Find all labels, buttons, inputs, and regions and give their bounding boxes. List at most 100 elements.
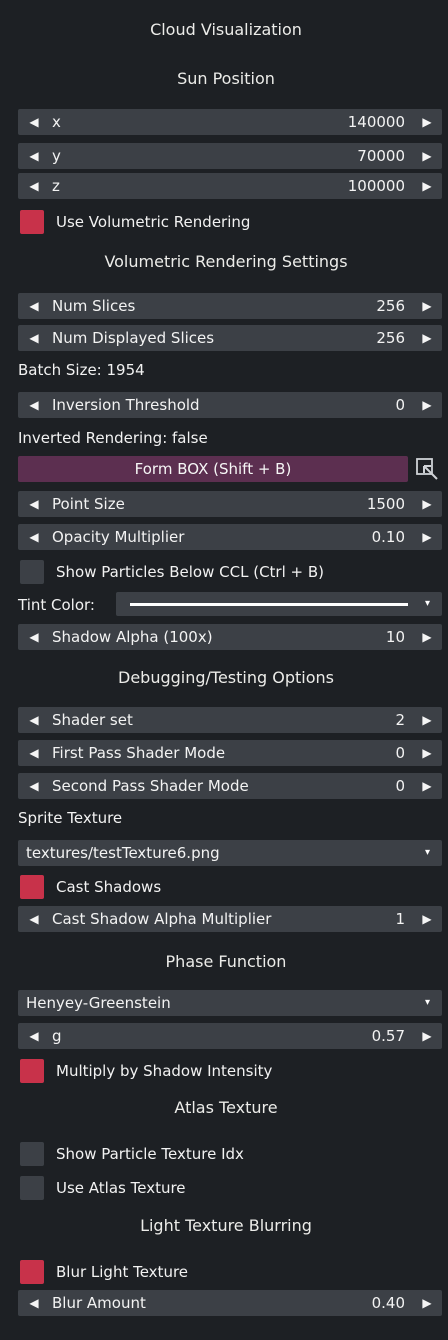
- multiply-shadow-label: Multiply by Shadow Intensity: [56, 1062, 273, 1080]
- point-size-value: 1500: [366, 495, 405, 513]
- increase-icon[interactable]: ▶: [416, 325, 438, 351]
- decrease-icon[interactable]: ◀: [23, 1290, 45, 1316]
- increase-icon[interactable]: ▶: [416, 707, 438, 733]
- increase-icon[interactable]: ▶: [416, 109, 438, 135]
- increase-icon[interactable]: ▶: [416, 293, 438, 319]
- increase-icon[interactable]: ▶: [416, 524, 438, 550]
- inversion-threshold-stepper[interactable]: ◀ Inversion Threshold 0 ▶: [18, 392, 442, 418]
- cast-shadows-label: Cast Shadows: [56, 878, 162, 896]
- phase-function-value: Henyey-Greenstein: [26, 994, 171, 1012]
- dropdown-caret-icon[interactable]: ▾: [425, 840, 430, 866]
- decrease-icon[interactable]: ◀: [23, 293, 45, 319]
- sun-x-stepper[interactable]: ◀ x 140000 ▶: [18, 109, 442, 135]
- point-size-label: Point Size: [52, 495, 125, 513]
- second-pass-mode-stepper[interactable]: ◀ Second Pass Shader Mode 0 ▶: [18, 773, 442, 799]
- decrease-icon[interactable]: ◀: [23, 773, 45, 799]
- checkbox-box[interactable]: [20, 1059, 44, 1083]
- section-phase-function: Phase Function: [165, 952, 287, 971]
- decrease-icon[interactable]: ◀: [23, 524, 45, 550]
- inversion-threshold-label: Inversion Threshold: [52, 396, 200, 414]
- decrease-icon[interactable]: ◀: [23, 325, 45, 351]
- point-size-stepper[interactable]: ◀ Point Size 1500 ▶: [18, 491, 442, 517]
- use-volumetric-label: Use Volumetric Rendering: [56, 213, 251, 231]
- sprite-texture-select[interactable]: textures/testTexture6.png ▾: [18, 840, 442, 866]
- shadow-alpha-stepper[interactable]: ◀ Shadow Alpha (100x) 10 ▶: [18, 624, 442, 650]
- tint-color-label: Tint Color:: [18, 596, 95, 614]
- phase-function-select[interactable]: Henyey-Greenstein ▾: [18, 990, 442, 1016]
- tint-color-combo[interactable]: ▾: [116, 592, 442, 616]
- increase-icon[interactable]: ▶: [416, 906, 438, 932]
- sun-y-value: 70000: [357, 147, 405, 165]
- checkbox-box[interactable]: [20, 1142, 44, 1166]
- decrease-icon[interactable]: ◀: [23, 392, 45, 418]
- g-label: g: [52, 1027, 62, 1045]
- panel-title: Cloud Visualization: [150, 20, 302, 39]
- g-value: 0.57: [371, 1027, 405, 1045]
- num-slices-stepper[interactable]: ◀ Num Slices 256 ▶: [18, 293, 442, 319]
- cast-shadow-alpha-stepper[interactable]: ◀ Cast Shadow Alpha Multiplier 1 ▶: [18, 906, 442, 932]
- opacity-multiplier-value: 0.10: [371, 528, 405, 546]
- increase-icon[interactable]: ▶: [416, 392, 438, 418]
- shader-set-stepper[interactable]: ◀ Shader set 2 ▶: [18, 707, 442, 733]
- color-pick-icon[interactable]: [414, 456, 440, 482]
- section-volumetric-settings: Volumetric Rendering Settings: [104, 252, 348, 271]
- shadow-alpha-value: 10: [385, 628, 405, 646]
- opacity-multiplier-label: Opacity Multiplier: [52, 528, 185, 546]
- blur-light-checkbox[interactable]: Blur Light Texture: [18, 1259, 442, 1285]
- opacity-multiplier-stepper[interactable]: ◀ Opacity Multiplier 0.10 ▶: [18, 524, 442, 550]
- checkbox-box[interactable]: [20, 1260, 44, 1284]
- first-pass-mode-stepper[interactable]: ◀ First Pass Shader Mode 0 ▶: [18, 740, 442, 766]
- increase-icon[interactable]: ▶: [416, 773, 438, 799]
- show-particles-below-ccl-label: Show Particles Below CCL (Ctrl + B): [56, 563, 325, 581]
- section-light-blurring: Light Texture Blurring: [140, 1216, 312, 1235]
- show-particles-below-ccl-checkbox[interactable]: Show Particles Below CCL (Ctrl + B): [18, 559, 442, 585]
- sun-x-label: x: [52, 113, 61, 131]
- decrease-icon[interactable]: ◀: [23, 173, 45, 199]
- sun-y-stepper[interactable]: ◀ y 70000 ▶: [18, 143, 442, 169]
- blur-amount-label: Blur Amount: [52, 1294, 146, 1312]
- section-sun-position: Sun Position: [177, 69, 275, 88]
- num-slices-value: 256: [376, 297, 405, 315]
- sprite-texture-value: textures/testTexture6.png: [26, 844, 220, 862]
- use-volumetric-checkbox[interactable]: Use Volumetric Rendering: [18, 209, 442, 235]
- num-slices-label: Num Slices: [52, 297, 136, 315]
- blur-amount-stepper[interactable]: ◀ Blur Amount 0.40 ▶: [18, 1290, 442, 1316]
- cast-shadows-checkbox[interactable]: Cast Shadows: [18, 874, 442, 900]
- shader-set-value: 2: [395, 711, 405, 729]
- dropdown-caret-icon[interactable]: ▾: [425, 990, 430, 1016]
- increase-icon[interactable]: ▶: [416, 1290, 438, 1316]
- use-atlas-checkbox[interactable]: Use Atlas Texture: [18, 1175, 442, 1201]
- checkbox-box[interactable]: [20, 1176, 44, 1200]
- sprite-texture-label: Sprite Texture: [18, 809, 123, 827]
- increase-icon[interactable]: ▶: [416, 740, 438, 766]
- increase-icon[interactable]: ▶: [416, 624, 438, 650]
- first-pass-mode-label: First Pass Shader Mode: [52, 744, 226, 762]
- increase-icon[interactable]: ▶: [416, 491, 438, 517]
- second-pass-mode-value: 0: [395, 777, 405, 795]
- checkbox-box[interactable]: [20, 560, 44, 584]
- blur-light-label: Blur Light Texture: [56, 1263, 189, 1281]
- decrease-icon[interactable]: ◀: [23, 906, 45, 932]
- decrease-icon[interactable]: ◀: [23, 624, 45, 650]
- shadow-alpha-label: Shadow Alpha (100x): [52, 628, 213, 646]
- multiply-shadow-checkbox[interactable]: Multiply by Shadow Intensity: [18, 1058, 442, 1084]
- sun-z-stepper[interactable]: ◀ z 100000 ▶: [18, 173, 442, 199]
- increase-icon[interactable]: ▶: [416, 143, 438, 169]
- decrease-icon[interactable]: ◀: [23, 1023, 45, 1049]
- decrease-icon[interactable]: ◀: [23, 143, 45, 169]
- form-box-button[interactable]: Form BOX (Shift + B): [18, 456, 408, 482]
- increase-icon[interactable]: ▶: [416, 1023, 438, 1049]
- increase-icon[interactable]: ▶: [416, 173, 438, 199]
- decrease-icon[interactable]: ◀: [23, 707, 45, 733]
- checkbox-box[interactable]: [20, 875, 44, 899]
- decrease-icon[interactable]: ◀: [23, 491, 45, 517]
- num-displayed-slices-stepper[interactable]: ◀ Num Displayed Slices 256 ▶: [18, 325, 442, 351]
- show-particle-idx-checkbox[interactable]: Show Particle Texture Idx: [18, 1141, 442, 1167]
- cloud-visualization-panel: Cloud Visualization Sun Position ◀ x 140…: [12, 0, 442, 1340]
- dropdown-caret-icon[interactable]: ▾: [425, 592, 430, 616]
- decrease-icon[interactable]: ◀: [23, 109, 45, 135]
- g-stepper[interactable]: ◀ g 0.57 ▶: [18, 1023, 442, 1049]
- inverted-rendering-text: Inverted Rendering: false: [18, 429, 208, 447]
- decrease-icon[interactable]: ◀: [23, 740, 45, 766]
- checkbox-box[interactable]: [20, 210, 44, 234]
